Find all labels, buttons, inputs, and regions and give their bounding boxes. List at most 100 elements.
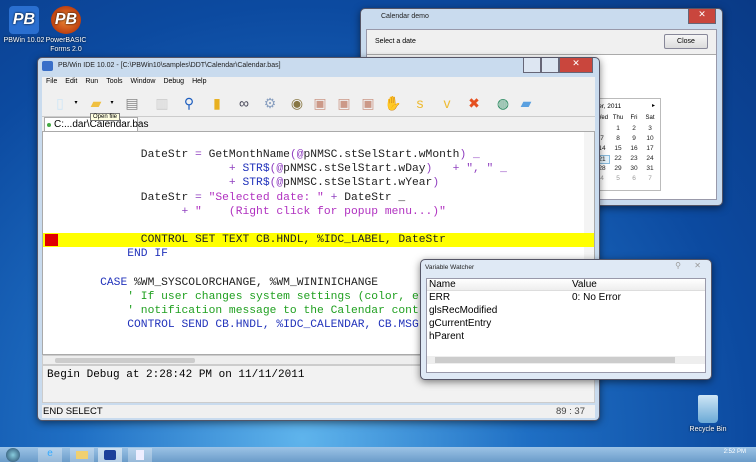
calendar-day[interactable]: 8 [610,135,626,142]
calendar-day[interactable]: 6 [626,175,642,182]
calendar-day[interactable]: 17 [642,145,658,152]
code-line: + STR$(@pNMSC.stSelStart.wYear) [43,176,594,190]
variable-row[interactable]: glsRecModified [429,305,705,318]
open-file-icon[interactable]: ▰ [86,93,106,113]
menu-window[interactable]: Window [131,78,156,85]
step-over-icon[interactable]: ▣ [358,93,378,113]
compile-settings-icon[interactable]: ⚙ [260,93,280,113]
code-line: DateStr = "Selected date: " + DateStr _ [43,191,594,205]
calendar-day[interactable]: 2 [626,125,642,132]
maximize-button[interactable] [541,58,559,73]
var-icon[interactable]: v [437,93,457,113]
new-file-icon[interactable]: ▯ [50,93,70,113]
code-token: ) _ [459,149,480,161]
variable-name: hParent [429,331,465,342]
window-title: Calendar demo [381,13,429,20]
calendar-day[interactable]: 7 [642,175,658,182]
desktop-icon-pbwin[interactable]: PB PBWin 10.02 [2,6,46,45]
code-token: "Selected date: " [208,191,324,204]
code-token: pNMSC.stSelStart.wMonth [303,149,460,161]
calendar-day[interactable]: 29 [610,165,626,172]
start-button[interactable] [6,448,20,462]
variable-list[interactable]: Name Value ERR 0: No Error glsRecModified g… [426,278,706,373]
step-out-icon[interactable]: ▣ [334,93,354,113]
variable-row[interactable]: gCurrentEntry [429,318,705,331]
select-date-label: Select a date [375,38,416,45]
output-text: Begin Debug at 2:28:42 PM on 11/11/2011 [47,369,305,381]
calendar-day[interactable]: 9 [626,135,642,142]
column-header-name[interactable]: Name [429,279,456,290]
step-in-icon[interactable]: ▣ [310,93,330,113]
calendar-day[interactable]: 22 [610,155,626,162]
copy-icon[interactable]: ▥ [152,93,172,113]
close-window-button[interactable]: ✕ [688,9,716,24]
spu-icon[interactable]: s [410,93,430,113]
calendar-day[interactable]: 5 [610,175,626,182]
binoculars-icon[interactable]: ∞ [234,93,254,113]
menu-debug[interactable]: Debug [163,78,184,85]
menu-help[interactable]: Help [192,78,206,85]
pbforms-icon: PB [51,6,81,34]
code-token: + [73,177,243,190]
calendar-day[interactable]: 16 [626,145,642,152]
horizontal-scrollbar[interactable] [427,356,705,364]
code-token: DateStr _ [344,191,406,204]
breakpoint-marker-icon[interactable] [45,234,58,247]
help-book-icon[interactable]: ▰ [516,93,536,113]
next-month-arrow-icon[interactable]: ▸ [652,102,655,109]
close-window-button[interactable]: ✕ [559,58,593,73]
calendar-day[interactable]: 3 [642,125,658,132]
film-icon[interactable]: ◉ [287,93,307,113]
calendar-day[interactable]: 10 [642,135,658,142]
close-button[interactable]: Close [664,34,708,49]
close-icon[interactable]: ✕ [694,261,701,270]
bookmark-icon[interactable]: ▮ [207,93,227,113]
calendar-day[interactable]: 23 [626,155,642,162]
taskbar-explorer-icon[interactable] [70,448,94,462]
calendar-day[interactable]: 31 [642,165,658,172]
cancel-icon[interactable]: ✖ [464,93,484,113]
clock: 2:52 PM [723,449,746,455]
print-icon[interactable]: ▤ [122,93,142,113]
web-icon[interactable]: ◍ [493,93,513,113]
calendar-day[interactable]: 24 [642,155,658,162]
code-token: ' If user changes system settings (color… [73,291,433,303]
code-token: ) + ", " _ [425,163,507,176]
column-header-value[interactable]: Value [572,279,597,290]
variable-name: glsRecModified [429,305,498,316]
code-token: pNMSC.stSelStart.wDay [283,163,426,176]
desktop-icon-pbforms[interactable]: PB PowerBASIC Forms 2.0 [44,6,88,54]
menu-edit[interactable]: Edit [65,78,77,85]
code-line: + " (Right click for popup menu...)" [43,205,594,219]
menu-tools[interactable]: Tools [106,78,122,85]
stop-icon[interactable]: ✋ [383,93,403,113]
app-icon [42,61,53,71]
taskbar-app-icon[interactable] [128,448,152,462]
variable-row[interactable]: ERR 0: No Error [429,292,705,305]
taskbar-ie-icon[interactable]: e [38,448,62,462]
menu-file[interactable]: File [46,78,57,85]
calendar-day[interactable]: 30 [626,165,642,172]
code-token: = [195,191,209,204]
code-token: STR$ [242,163,270,176]
variable-row[interactable]: hParent [429,331,705,344]
dropdown-arrow-icon[interactable]: ▾ [72,93,80,113]
code-token: GetMonthName [208,149,290,161]
minimize-button[interactable] [523,58,541,73]
code-token: (@ [269,163,284,176]
window-title: PB/Win IDE 10.02 - [C:\PBWin10\samples\D… [58,62,281,69]
status-statement: END SELECT [43,406,103,417]
variable-watcher-window: Variable Watcher ⚲ ✕ Name Value ERR 0: No… [420,259,712,380]
dropdown-arrow-icon[interactable]: ▾ [108,93,116,113]
find-icon[interactable]: ⚲ [179,93,199,113]
weekday-header: Fri [630,115,638,121]
calendar-day[interactable]: 1 [610,125,626,132]
taskbar: e 2:52 PM [0,447,756,462]
pin-icon[interactable]: ⚲ [675,261,681,270]
modified-dot-icon [47,123,51,127]
desktop-icon-recycle-bin[interactable]: Recycle Bin [686,395,730,434]
taskbar-pbwin-icon[interactable] [98,448,122,462]
menu-run[interactable]: Run [85,78,98,85]
calendar-day[interactable]: 15 [610,145,626,152]
